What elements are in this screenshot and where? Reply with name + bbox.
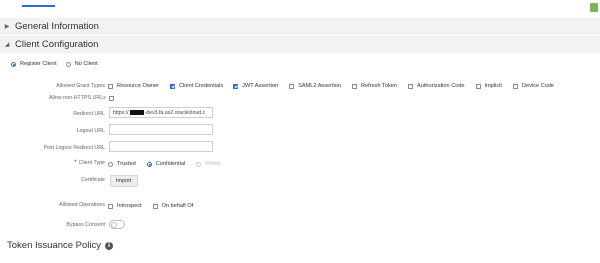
client-mode-group: Register Client No Client [11,61,98,67]
client-type-trusted[interactable]: Trusted [108,161,136,167]
allow-non-https-label: Allow non-HTTPS URLs [49,95,106,101]
grant-client-credentials-checkbox[interactable] [169,83,175,89]
grant-saml2-assertion[interactable]: SAML2 Assertion [289,83,341,89]
grant-saml2-assertion-checkbox[interactable] [289,83,295,89]
section-client-configuration[interactable]: ◢ Client Configuration [0,36,600,53]
grant-jwt-assertion-checkbox[interactable] [233,83,239,89]
bypass-consent-toggle[interactable] [109,220,125,229]
grant-authorization-code-checkbox[interactable] [407,83,413,89]
client-type-label: Client Type [78,160,105,166]
redirect-url-prefix: https:// [113,109,129,116]
logout-url-input[interactable] [109,124,213,135]
bypass-consent-label: Bypass Consent [66,222,105,228]
grant-types-group: Resource Owner Client Credentials JWT As… [108,83,554,89]
operation-introspect-label: Introspect [117,203,142,209]
triangle-down-icon: ◢ [4,42,10,48]
token-issuance-policy-heading: Token Issuance Policy i [7,240,113,251]
register-client-option[interactable]: Register Client [11,61,57,67]
redirect-url-label: Redirect URL [73,111,105,117]
grant-refresh-token-label: Refresh Token [361,83,397,89]
grant-client-credentials-label: Client Credentials [178,83,224,89]
grant-implicit-checkbox[interactable] [475,83,481,89]
grant-device-code-checkbox[interactable] [512,83,518,89]
allow-non-https-row: Allow non-HTTPS URLs [49,95,114,101]
toggle-knob [110,221,117,228]
client-type-group: Trusted Confidential Public [108,161,221,167]
section-title: General Information [15,21,99,32]
operation-on-behalf-of-checkbox[interactable] [152,203,158,209]
section-title: Client Configuration [15,39,99,50]
register-client-label: Register Client [20,61,57,67]
allowed-operations-label: Allowed Operations [59,202,105,208]
import-button[interactable]: Import [110,175,138,187]
certificate-label: Certificate [81,177,105,183]
grant-refresh-token[interactable]: Refresh Token [352,83,397,89]
grant-resource-owner-label: Resource Owner [117,83,159,89]
redacted-block [129,110,144,115]
no-client-radio[interactable] [65,61,71,67]
client-type-label-wrap: * Client Type [74,160,105,166]
redirect-url-suffix: -dev3.fa.us2.oraclecloud.c [144,109,206,116]
operation-introspect-checkbox[interactable] [108,203,113,209]
grant-authorization-code[interactable]: Authorization Code [407,83,465,89]
info-icon[interactable]: i [105,241,113,250]
register-client-radio[interactable] [11,61,16,67]
no-client-option[interactable]: No Client [65,61,98,67]
grant-device-code[interactable]: Device Code [512,83,554,89]
triangle-right-icon: ▶ [4,24,10,30]
grant-jwt-assertion-label: JWT Assertion [242,83,279,89]
grant-authorization-code-label: Authorization Code [416,83,465,89]
grant-device-code-label: Device Code [521,83,554,89]
grant-jwt-assertion[interactable]: JWT Assertion [233,83,278,89]
client-type-public: Public [196,161,221,167]
post-logout-redirect-url-input[interactable] [109,141,213,152]
client-type-confidential[interactable]: Confidential [146,161,186,167]
allowed-operations-group: Introspect On behalf Of [108,203,193,209]
grant-resource-owner-checkbox[interactable] [108,83,113,89]
client-type-confidential-radio[interactable] [146,161,152,167]
client-type-confidential-label: Confidential [155,161,186,167]
operation-introspect[interactable]: Introspect [108,203,142,209]
grant-implicit[interactable]: Implicit [475,83,502,89]
grant-refresh-token-checkbox[interactable] [352,83,358,89]
client-type-public-radio [196,161,202,167]
active-tab-underline [22,5,55,7]
required-star: * [74,160,77,166]
grant-implicit-label: Implicit [484,83,502,89]
grant-types-label: Allowed Grant Types [56,83,105,89]
operation-on-behalf-of[interactable]: On behalf Of [152,203,194,209]
grant-saml2-assertion-label: SAML2 Assertion [298,83,342,89]
section-general-information[interactable]: ▶ General Information [0,18,600,35]
grant-resource-owner[interactable]: Resource Owner [108,83,159,89]
grant-client-credentials[interactable]: Client Credentials [169,83,224,89]
operation-on-behalf-of-label: On behalf Of [161,203,194,209]
logout-url-label: Logout URL [76,128,105,134]
redirect-url-input[interactable]: https:// -dev3.fa.us2.oraclecloud.c [109,107,213,118]
client-type-trusted-radio[interactable] [108,161,113,167]
post-logout-redirect-url-label: Post Logout Redirect URL [43,145,105,151]
client-type-public-label: Public [205,161,221,167]
client-type-trusted-label: Trusted [117,161,136,167]
status-badge [590,3,598,12]
allow-non-https-checkbox[interactable] [108,95,114,101]
no-client-label: No Client [74,61,98,67]
token-issuance-policy-title: Token Issuance Policy [7,240,101,251]
top-strip [0,0,600,12]
